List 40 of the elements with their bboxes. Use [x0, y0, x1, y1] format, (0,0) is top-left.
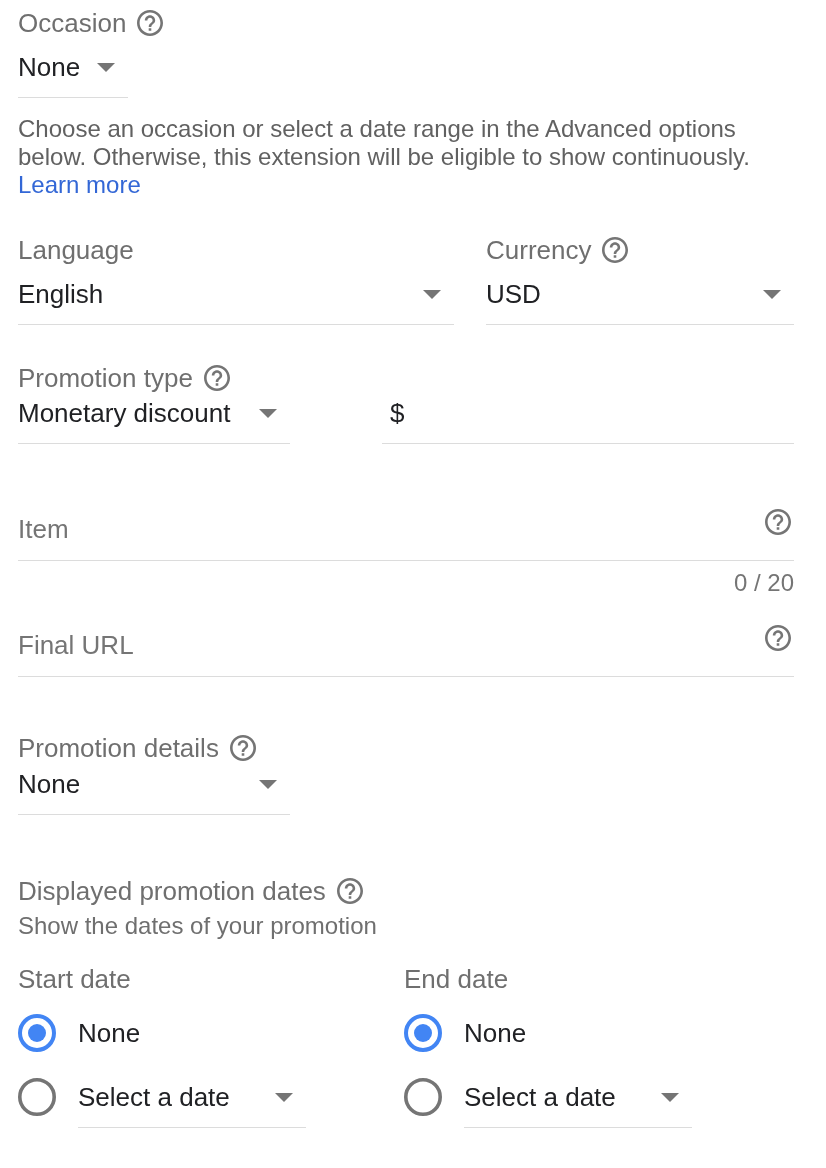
- promotion-details-label: Promotion details: [18, 733, 219, 763]
- help-icon[interactable]: [229, 735, 256, 761]
- character-counter: 0 / 20: [733, 570, 794, 596]
- caret-icon: [259, 779, 277, 789]
- section-subtitle: Show the dates of your promotion: [18, 912, 378, 940]
- date-dropdown[interactable]: Select a date: [464, 1082, 692, 1128]
- occasion-help-text: Choose an occasion or select a date range in the Advanced options below. Otherwise, this extension will be eligible to show continuously. Learn more: [18, 115, 751, 199]
- language-label: Language: [18, 235, 134, 265]
- help-icon[interactable]: [765, 625, 791, 651]
- caret-icon: [275, 1092, 293, 1102]
- section-title: Displayed promotion dates: [18, 876, 326, 906]
- radio-button[interactable]: [18, 1078, 56, 1116]
- amount-field[interactable]: $: [382, 398, 794, 444]
- learn-more-link[interactable]: Learn more: [18, 171, 141, 198]
- help-icon[interactable]: [602, 237, 629, 263]
- radio-button[interactable]: [404, 1078, 442, 1116]
- promotion-type-label: Promotion type: [18, 363, 193, 393]
- radio-label[interactable]: None: [464, 1014, 527, 1052]
- promotion-type-dropdown[interactable]: Monetary discount: [18, 398, 290, 444]
- date-dropdown[interactable]: Select a date: [78, 1082, 306, 1128]
- language-dropdown[interactable]: English: [18, 279, 454, 325]
- help-icon[interactable]: [137, 10, 164, 36]
- help-icon[interactable]: [336, 878, 363, 904]
- currency-dropdown[interactable]: USD: [486, 279, 794, 325]
- radio-label[interactable]: None: [78, 1014, 141, 1052]
- caret-icon: [763, 289, 781, 299]
- currency-label: Currency: [486, 235, 592, 265]
- caret-icon: [259, 408, 277, 418]
- date-column-label: Start date: [18, 964, 131, 994]
- radio-button[interactable]: [404, 1014, 442, 1052]
- caret-icon: [661, 1092, 679, 1102]
- promotion-details-dropdown[interactable]: None: [18, 769, 290, 815]
- radio-button[interactable]: [18, 1014, 56, 1052]
- caret-icon: [423, 289, 441, 299]
- date-column-label: End date: [404, 964, 509, 994]
- caret-icon: [97, 62, 115, 72]
- occasion-label: Occasion: [18, 8, 127, 38]
- help-icon[interactable]: [765, 509, 791, 535]
- help-icon[interactable]: [203, 365, 230, 391]
- occasion-dropdown[interactable]: None: [18, 52, 128, 98]
